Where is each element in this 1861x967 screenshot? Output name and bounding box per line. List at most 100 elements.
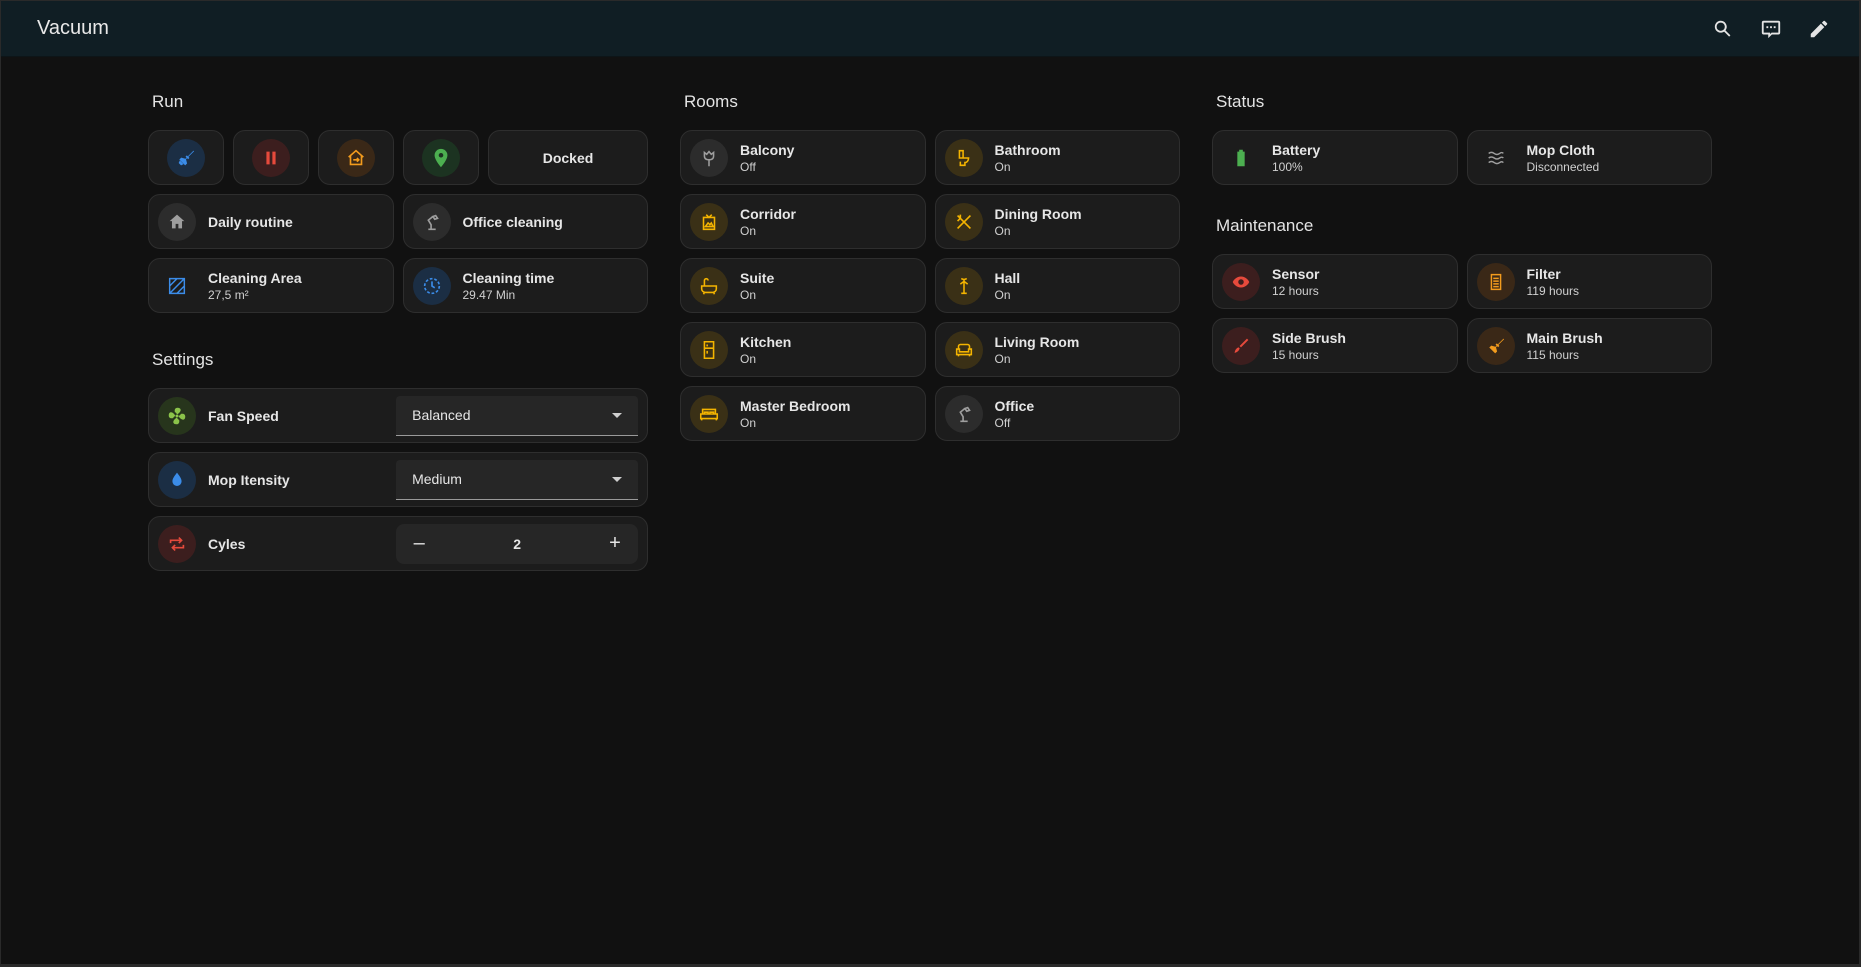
search-button[interactable] <box>1703 9 1743 49</box>
room-bathroom[interactable]: Bathroom On <box>934 130 1180 185</box>
maintenance-name: Main Brush <box>1526 329 1603 346</box>
increment-button[interactable]: + <box>600 529 630 559</box>
room-dining-room[interactable]: Dining Room On <box>934 194 1180 249</box>
mop-intensity-select[interactable]: Medium <box>396 459 638 500</box>
room-kitchen[interactable]: Kitchen On <box>680 322 926 377</box>
room-name: Office <box>994 397 1035 414</box>
status-value: Disconnected <box>1526 159 1600 174</box>
assist-button[interactable] <box>1751 9 1791 49</box>
room-hall[interactable]: Hall On <box>934 258 1180 313</box>
room-living-room[interactable]: Living Room On <box>934 322 1180 377</box>
stats-grid: Cleaning Area 27,5 m² Cleaning time 29.4… <box>148 258 648 313</box>
status-heading: Status <box>1216 92 1265 111</box>
desk-lamp-icon <box>944 394 983 433</box>
eye-icon <box>1222 262 1260 301</box>
waves-icon <box>1477 139 1515 177</box>
stat-value: 29.47 Min <box>462 287 516 302</box>
pause-button[interactable] <box>233 130 309 185</box>
maintenance-value: 12 hours <box>1272 283 1319 298</box>
area-icon <box>158 267 196 305</box>
coat-rack-icon <box>944 266 983 305</box>
header-actions <box>1703 1 1839 57</box>
pause-icon <box>252 138 290 177</box>
edit-dashboard-button[interactable] <box>1799 9 1839 49</box>
room-name: Kitchen <box>740 333 792 350</box>
broom-icon <box>1476 326 1515 365</box>
rooms-heading: Rooms <box>684 92 738 111</box>
routines-grid: Daily routine Office cleaning <box>148 194 648 249</box>
main-brush-card[interactable]: Main Brush 115 hours <box>1466 318 1712 373</box>
desk-lamp-icon <box>412 202 451 241</box>
room-state: On <box>740 287 757 302</box>
status-name: Battery <box>1272 141 1321 158</box>
cycles-stepper: – 2 + <box>396 523 638 564</box>
top-bar: Vacuum <box>1 1 1859 57</box>
water-drop-icon <box>158 460 196 499</box>
room-corridor[interactable]: Corridor On <box>680 194 926 249</box>
side-brush-card[interactable]: Side Brush 15 hours <box>1212 318 1458 373</box>
mop-cloth-card[interactable]: Mop Cloth Disconnected <box>1466 130 1712 185</box>
room-name: Master Bedroom <box>740 397 851 414</box>
bathtub-icon <box>690 266 728 305</box>
rooms-column: Rooms Balcony Off Bathroom On Corridor On D… <box>680 89 1180 450</box>
cycles-value: 2 <box>513 535 521 552</box>
maintenance-heading: Maintenance <box>1216 216 1314 235</box>
locate-button[interactable] <box>403 130 479 185</box>
start-button[interactable] <box>148 130 224 185</box>
mop-intensity-value: Medium <box>412 471 462 487</box>
routine-daily[interactable]: Daily routine <box>148 194 394 249</box>
run-heading: Run <box>152 92 184 111</box>
cleaning-area-card[interactable]: Cleaning Area 27,5 m² <box>148 258 394 313</box>
room-state: On <box>994 223 1011 238</box>
fan-speed-setting: Fan Speed Balanced <box>148 388 648 443</box>
bed-icon <box>690 394 728 433</box>
maintenance-value: 115 hours <box>1526 347 1579 362</box>
stat-name: Cleaning Area <box>208 269 302 286</box>
cleaning-time-card[interactable]: Cleaning time 29.47 Min <box>402 258 648 313</box>
fan-speed-select[interactable]: Balanced <box>396 395 638 436</box>
room-master-bedroom[interactable]: Master Bedroom On <box>680 386 926 441</box>
search-icon <box>1714 20 1731 37</box>
fridge-icon <box>690 330 728 369</box>
room-name: Corridor <box>740 205 796 222</box>
routine-office[interactable]: Office cleaning <box>402 194 648 249</box>
stat-value: 27,5 m² <box>208 287 249 302</box>
fan-speed-value: Balanced <box>412 407 471 423</box>
maintenance-value: 15 hours <box>1272 347 1319 362</box>
room-name: Bathroom <box>994 141 1061 158</box>
maintenance-value: 119 hours <box>1526 283 1579 298</box>
status-column: Status Battery 100% Mop Cloth Disconnected… <box>1212 89 1712 382</box>
run-controls: Docked <box>148 130 648 185</box>
toilet-icon <box>944 138 983 177</box>
room-name: Living Room <box>994 333 1080 350</box>
room-office[interactable]: Office Off <box>934 386 1180 441</box>
room-name: Hall <box>994 269 1021 286</box>
maintenance-name: Sensor <box>1272 265 1320 282</box>
status-value: 100% <box>1272 159 1303 174</box>
maintenance-grid: Sensor 12 hours Filter 119 hours Side Brus… <box>1212 254 1712 373</box>
sensor-card[interactable]: Sensor 12 hours <box>1212 254 1458 309</box>
battery-icon <box>1222 139 1260 177</box>
mop-intensity-setting: Mop Itensity Medium <box>148 452 648 507</box>
room-state: On <box>740 351 757 366</box>
picture-frame-icon <box>690 202 728 241</box>
filter-card[interactable]: Filter 119 hours <box>1466 254 1712 309</box>
routine-name: Office cleaning <box>462 213 563 230</box>
return-to-dock-button[interactable] <box>318 130 394 185</box>
room-state: On <box>740 415 757 430</box>
room-name: Balcony <box>740 141 795 158</box>
maintenance-name: Filter <box>1526 265 1561 282</box>
run-column: Run Docked Daily routine Office cleaning… <box>148 89 648 580</box>
status-name: Mop Cloth <box>1526 141 1595 158</box>
decrement-button[interactable]: – <box>404 529 434 559</box>
vacuum-status: Docked <box>488 130 648 185</box>
flower-icon <box>690 138 728 177</box>
locate-icon <box>422 138 460 177</box>
routine-name: Daily routine <box>208 213 293 230</box>
room-balcony[interactable]: Balcony Off <box>680 130 926 185</box>
maintenance-name: Side Brush <box>1272 329 1346 346</box>
battery-card[interactable]: Battery 100% <box>1212 130 1458 185</box>
room-state: Off <box>994 415 1011 430</box>
room-suite[interactable]: Suite On <box>680 258 926 313</box>
room-state: On <box>994 351 1011 366</box>
